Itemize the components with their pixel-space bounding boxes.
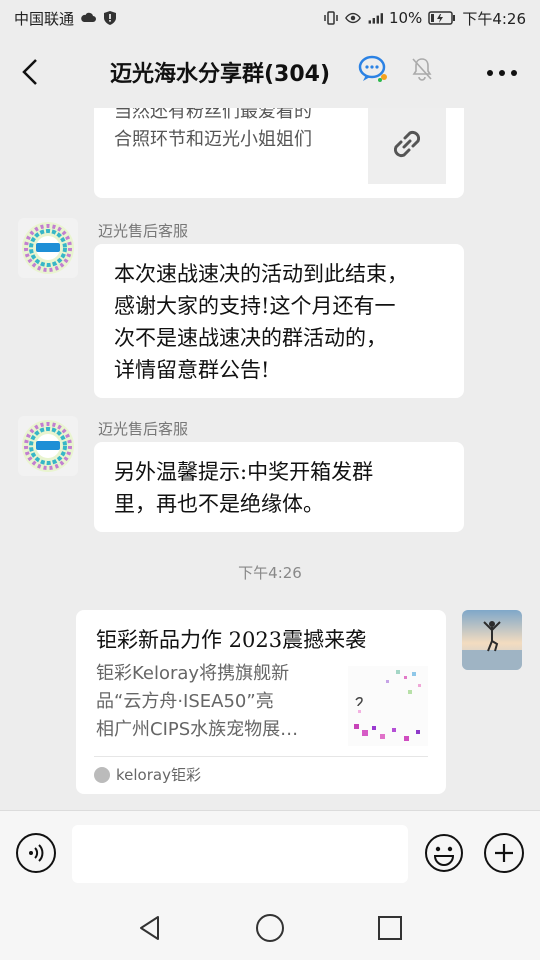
- card-divider: [94, 756, 428, 757]
- group-chat-bubble-icon[interactable]: [358, 54, 390, 84]
- system-nav-bar: [0, 896, 540, 960]
- back-button[interactable]: [0, 36, 60, 108]
- avatar[interactable]: [18, 218, 78, 278]
- more-dots-icon: [487, 70, 517, 76]
- yoga-photo-icon: [462, 610, 522, 670]
- link-card-desc: 当然还有粉丝们最爱看的 合照环节和迈光小姐姐们: [114, 108, 312, 150]
- cloud-icon: [81, 12, 97, 22]
- plus-icon: [495, 844, 513, 862]
- sender-name: 迈光售后客服: [98, 222, 189, 240]
- input-bar: [0, 810, 540, 896]
- shared-article-card[interactable]: 钜彩新品力作 2023震撼来袭 钜彩Keloray将携旗舰新 品“云方舟·ISE…: [76, 610, 446, 794]
- message-timestamp: 下午4:26: [238, 564, 302, 582]
- source-avatar-icon: [94, 766, 110, 783]
- my-avatar[interactable]: [462, 610, 522, 670]
- status-time: 下午4:26: [462, 9, 526, 28]
- carrier-label: 中国联通: [14, 9, 75, 28]
- message-text: 本次速战速决的活动到此结束， 感谢大家的支持!这个月还有一 次不是速战速决的群活…: [114, 262, 408, 382]
- message-bubble[interactable]: 本次速战速决的活动到此结束， 感谢大家的支持!这个月还有一 次不是速战速决的群活…: [94, 244, 464, 398]
- eye-icon: [345, 12, 361, 24]
- signal-icon: [368, 13, 383, 24]
- link-card-thumbnail: [368, 108, 446, 184]
- status-bar: 中国联通 10% 下午4:26: [0, 0, 540, 36]
- voice-button[interactable]: [16, 833, 56, 873]
- chevron-left-icon: [22, 59, 37, 85]
- message-bubble[interactable]: 另外温馨提示:中奖开箱发群 里，再也不是绝缘体。: [94, 442, 464, 532]
- emoji-button[interactable]: [424, 833, 464, 873]
- nav-recents-icon[interactable]: [378, 916, 402, 940]
- chat-header: 迈光海水分享群(304): [0, 36, 540, 108]
- more-button[interactable]: [482, 58, 522, 88]
- shield-icon: [104, 11, 117, 25]
- article-source: keloray钜彩: [94, 764, 201, 785]
- article-desc: 钜彩Keloray将携旗舰新 品“云方舟·ISEA50”亮 相广州CIPS水族宠…: [96, 663, 299, 740]
- battery-icon: [428, 11, 456, 25]
- nav-back-icon[interactable]: [136, 914, 164, 942]
- chat-message-list[interactable]: 当然还有粉丝们最爱看的 合照环节和迈光小姐姐们 迈光售后客服 本次速战速决的活动…: [0, 108, 540, 810]
- service-avatar-icon: [18, 218, 78, 278]
- message-input[interactable]: [72, 825, 408, 883]
- more-functions-button[interactable]: [484, 833, 524, 873]
- vibrate-icon: [324, 11, 338, 25]
- link-icon: [393, 130, 421, 158]
- article-image: [348, 666, 428, 746]
- avatar[interactable]: [18, 416, 78, 476]
- service-avatar-icon: [18, 416, 78, 476]
- chat-title[interactable]: 迈光海水分享群(304): [110, 36, 330, 108]
- article-thumbnail: [348, 666, 428, 746]
- smiley-icon: [425, 834, 463, 872]
- message-text: 另外温馨提示:中奖开箱发群 里，再也不是绝缘体。: [114, 460, 374, 516]
- nav-home-icon[interactable]: [256, 914, 284, 942]
- article-title: 钜彩新品力作 2023震撼来袭: [96, 628, 367, 652]
- voice-icon: [29, 844, 44, 862]
- link-card-message[interactable]: 当然还有粉丝们最爱看的 合照环节和迈光小姐姐们: [94, 108, 464, 198]
- sender-name: 迈光售后客服: [98, 420, 189, 438]
- battery-percent: 10%: [388, 9, 423, 27]
- mute-bell-icon[interactable]: [410, 56, 434, 82]
